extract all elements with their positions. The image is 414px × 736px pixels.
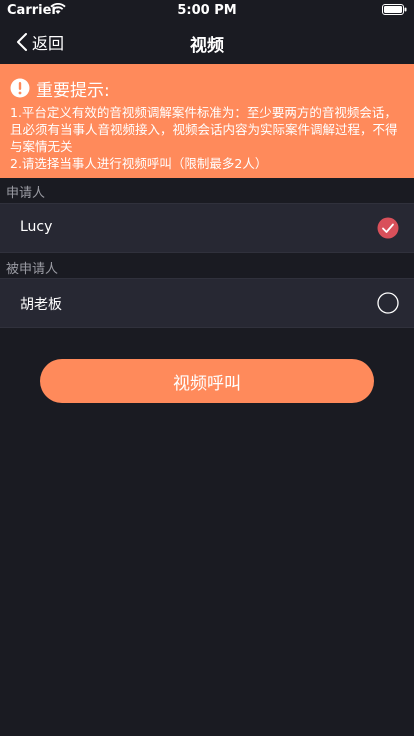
alert-icon	[10, 78, 30, 98]
battery-icon	[382, 4, 407, 15]
page-title: 视频	[190, 36, 224, 56]
empty-circle-icon[interactable]	[377, 292, 399, 314]
applicants-section-label: 申请人	[6, 186, 46, 201]
navigation-bar: 返回 视频	[0, 20, 414, 64]
respondent-row-hu[interactable]: 胡老板	[0, 278, 414, 328]
status-bar: Carrier 5:00 PM	[0, 0, 414, 20]
applicant-name: Lucy	[20, 219, 53, 235]
status-time: 5:00 PM	[177, 3, 237, 18]
notice-title: 重要提示:	[36, 80, 110, 101]
respondent-name: 胡老板	[20, 297, 62, 313]
applicant-row-lucy[interactable]: Lucy	[0, 203, 414, 253]
checkmark-circle-icon[interactable]	[377, 217, 399, 239]
video-call-button[interactable]: 视频呼叫	[40, 359, 374, 403]
respondents-section-label: 被申请人	[6, 262, 59, 277]
notice-line-1: 1.平台定义有效的音视频调解案件标准为：至少要两方的音视频会话，且必须有当事人音…	[10, 105, 398, 154]
important-notice: 重要提示: 1.平台定义有效的音视频调解案件标准为：至少要两方的音视频会话，且必…	[0, 64, 414, 178]
notice-line-2: 2.请选择当事人进行视频呼叫（限制最多2人）	[10, 156, 268, 171]
